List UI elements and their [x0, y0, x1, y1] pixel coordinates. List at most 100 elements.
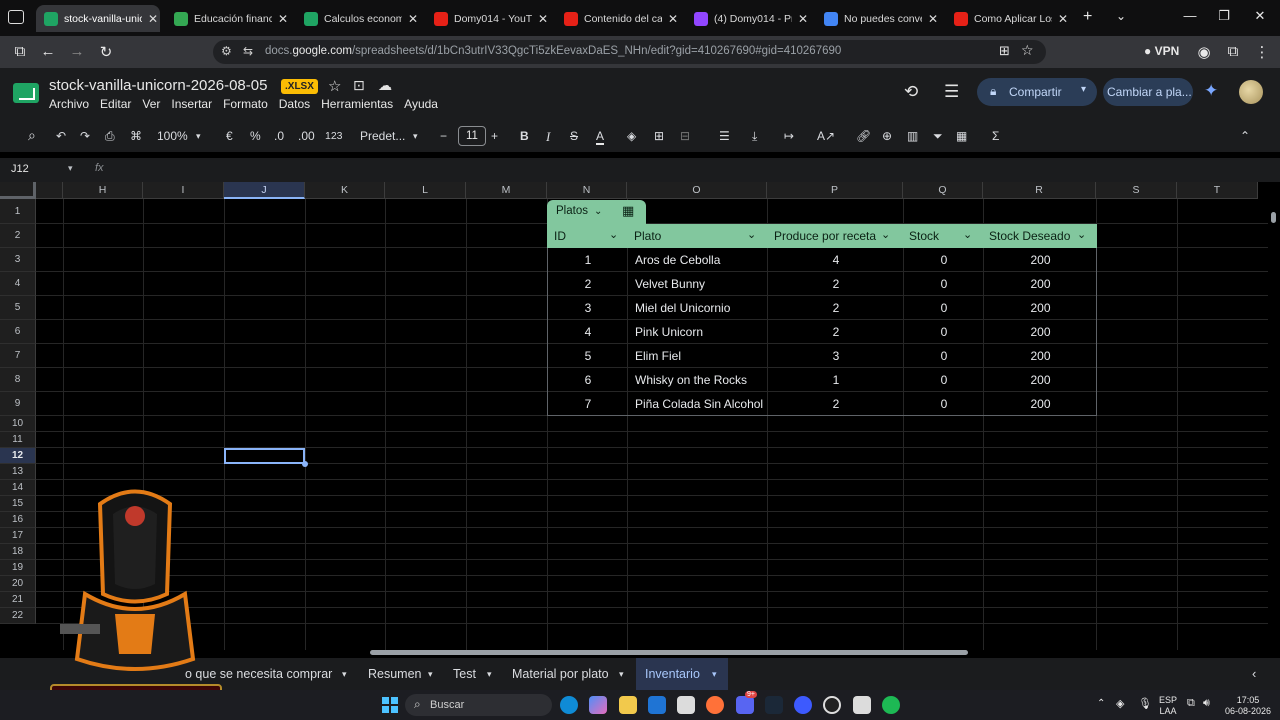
document-title[interactable]: stock-vanilla-unicorn-2026-08-05 — [49, 77, 267, 94]
network-icon[interactable]: ⧉ — [1187, 697, 1195, 710]
table-cell[interactable]: 0 — [904, 325, 984, 339]
close-tab-icon[interactable]: ✕ — [536, 12, 550, 26]
name-box-chevron-icon[interactable]: ▾ — [68, 163, 73, 174]
minimize-button[interactable]: — — [1180, 8, 1200, 23]
restore-button[interactable]: ❐ — [1214, 8, 1234, 24]
filter-views-icon[interactable]: ▦ — [956, 129, 967, 143]
firefox-icon[interactable] — [706, 696, 724, 714]
table-column-header[interactable]: Produce por receta — [774, 229, 876, 243]
font-select[interactable]: Predet... — [360, 129, 405, 143]
italic-button[interactable]: I — [546, 129, 550, 145]
spotify-icon[interactable] — [882, 696, 900, 714]
table-cell[interactable]: 0 — [904, 397, 984, 411]
browser-menu-icon[interactable]: ⋮ — [1252, 43, 1272, 61]
browser-tab[interactable]: stock-vanilla-unicor ✕ — [36, 5, 160, 32]
horizontal-align-icon[interactable]: ☰ — [719, 129, 730, 143]
browser-tab[interactable]: Contenido del canal ✕ — [556, 5, 680, 32]
currency-format-button[interactable]: € — [226, 129, 233, 143]
sheet-tab[interactable]: Test — [453, 667, 476, 681]
table-cell[interactable]: 2 — [768, 397, 904, 411]
column-filter-chevron-icon[interactable]: ⌄ — [609, 228, 618, 241]
table-menu-icon[interactable]: ▦ — [622, 203, 634, 219]
percent-format-button[interactable]: % — [250, 129, 261, 143]
table-cell[interactable]: 0 — [904, 301, 984, 315]
row-header[interactable]: 2 — [0, 224, 36, 248]
table-cell[interactable]: 200 — [984, 253, 1097, 267]
sheet-tab[interactable]: Inventario — [645, 667, 700, 681]
selected-cell[interactable] — [224, 448, 308, 467]
language-indicator[interactable]: ESP LAA — [1158, 695, 1178, 717]
table-cell[interactable]: Piña Colada Sin Alcohol — [635, 397, 775, 411]
functions-icon[interactable]: Σ — [992, 129, 999, 143]
table-cell[interactable]: 7 — [548, 397, 628, 411]
strikethrough-button[interactable]: S — [570, 129, 578, 143]
table-name-tab[interactable]: Platos ⌄ ▦ — [547, 200, 646, 224]
edge-icon[interactable] — [560, 696, 578, 714]
obs-icon[interactable] — [823, 696, 841, 714]
discord-icon[interactable] — [736, 696, 754, 714]
close-tab-icon[interactable]: ✕ — [146, 12, 160, 26]
font-size-input[interactable]: 11 — [458, 126, 486, 146]
column-header[interactable]: S — [1096, 182, 1177, 199]
undo-icon[interactable]: ↶ — [56, 129, 66, 143]
share-dropdown-icon[interactable]: ▾ — [1081, 84, 1086, 95]
table-cell[interactable]: 1 — [548, 253, 628, 267]
table-row[interactable]: 2 Velvet Bunny 2 0 200 — [548, 272, 1096, 296]
file-explorer-icon[interactable] — [619, 696, 637, 714]
table-cell[interactable]: 200 — [984, 325, 1097, 339]
menu-item[interactable]: Ver — [142, 97, 160, 111]
row-header[interactable]: 22 — [0, 608, 36, 624]
photos-icon[interactable] — [853, 696, 871, 714]
close-tab-icon[interactable]: ✕ — [926, 12, 940, 26]
copilot-icon[interactable] — [589, 696, 607, 714]
column-header[interactable]: O — [627, 182, 767, 199]
table-cell[interactable]: 4 — [548, 325, 628, 339]
column-header[interactable]: H — [63, 182, 143, 199]
fill-color-icon[interactable]: ◈ — [627, 129, 636, 143]
vertical-align-icon[interactable]: ⤓ — [752, 129, 757, 144]
merge-cells-icon[interactable]: ⊟ — [680, 129, 690, 143]
table-cell[interactable]: 0 — [904, 349, 984, 363]
table-row[interactable]: 4 Pink Unicorn 2 0 200 — [548, 320, 1096, 344]
table-cell[interactable]: 200 — [984, 301, 1097, 315]
volume-icon[interactable]: 🔊︎ — [1203, 697, 1210, 710]
row-header[interactable]: 16 — [0, 512, 36, 528]
menu-item[interactable]: Datos — [279, 97, 310, 111]
table-cell[interactable]: Velvet Bunny — [635, 277, 775, 291]
print-icon[interactable]: ⎙ — [105, 129, 115, 144]
table-column-header[interactable]: Plato — [634, 229, 661, 243]
table-cell[interactable]: 2 — [768, 277, 904, 291]
column-header[interactable]: L — [385, 182, 466, 199]
row-header[interactable]: 15 — [0, 496, 36, 512]
cloud-status-icon[interactable]: ☁ — [378, 77, 392, 94]
column-filter-chevron-icon[interactable]: ⌄ — [963, 228, 972, 241]
row-header[interactable]: 18 — [0, 544, 36, 560]
filter-icon[interactable]: ⏷ — [933, 129, 943, 144]
browser-tab[interactable]: Como Aplicar Los C ✕ — [946, 5, 1070, 32]
sheets-logo-icon[interactable] — [13, 83, 39, 103]
share-button[interactable]: 🔒︎ Compartir ▾ — [977, 78, 1097, 106]
sheet-tab[interactable]: Material por plato — [512, 667, 609, 681]
reload-button[interactable]: ↻ — [96, 43, 116, 61]
select-all-corner[interactable] — [0, 182, 36, 199]
sheet-tab-menu-icon[interactable]: ▾ — [428, 669, 433, 680]
vertical-scrollbar[interactable] — [1271, 212, 1276, 223]
text-wrap-icon[interactable]: ↦ — [784, 129, 794, 143]
text-rotation-icon[interactable]: A↗ — [817, 129, 835, 143]
text-color-button[interactable]: A — [596, 129, 605, 145]
row-header[interactable]: 17 — [0, 528, 36, 544]
mail-icon[interactable] — [648, 696, 666, 714]
table-row[interactable]: 1 Aros de Cebolla 4 0 200 — [548, 248, 1096, 272]
avatar[interactable] — [1239, 80, 1263, 104]
tab-list-icon[interactable] — [8, 10, 24, 24]
row-header[interactable]: 12 — [0, 448, 36, 464]
borders-icon[interactable]: ⊞ — [654, 129, 664, 143]
column-header[interactable]: M — [466, 182, 547, 199]
close-tab-icon[interactable]: ✕ — [406, 12, 420, 26]
table-row[interactable]: 7 Piña Colada Sin Alcohol 2 0 200 — [548, 392, 1096, 416]
tab-search-icon[interactable]: ⌄ — [1116, 9, 1126, 23]
browser-tab[interactable]: Domy014 - YouTube ✕ — [426, 5, 550, 32]
menu-item[interactable]: Herramientas — [321, 97, 393, 111]
browser-tab[interactable]: (4) Domy014 - Prod ✕ — [686, 5, 810, 32]
row-header[interactable]: 14 — [0, 480, 36, 496]
